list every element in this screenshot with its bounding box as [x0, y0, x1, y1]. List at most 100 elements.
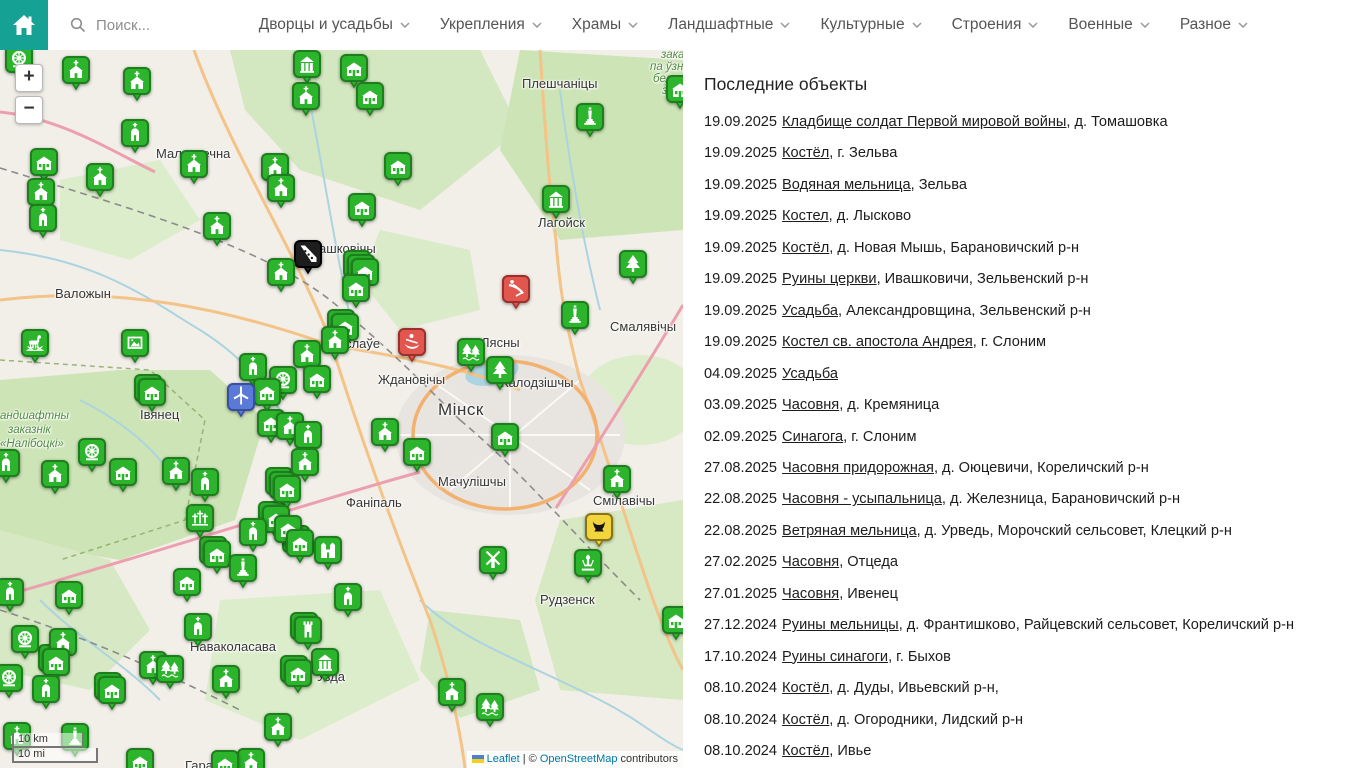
object-link[interactable]: Ветряная мельница: [782, 523, 917, 539]
map-marker-chapel[interactable]: [333, 582, 363, 618]
map-marker-church[interactable]: [370, 417, 400, 453]
map-marker-estate[interactable]: [108, 457, 138, 493]
object-link[interactable]: Часовня: [782, 554, 839, 570]
map-marker-church[interactable]: [437, 677, 467, 713]
map-marker-fountain[interactable]: [573, 548, 603, 584]
map-marker-estate[interactable]: [125, 747, 155, 768]
osm-link[interactable]: OpenStreetMap: [540, 753, 618, 765]
map-marker-estate[interactable]: [137, 377, 167, 413]
map-marker-estate[interactable]: [355, 81, 385, 117]
map-marker-chapel[interactable]: [31, 674, 61, 710]
map-marker-church[interactable]: [40, 459, 70, 495]
map-marker-estate[interactable]: [661, 605, 683, 641]
object-link[interactable]: Костёл: [782, 145, 829, 161]
zoom-out-button[interactable]: −: [15, 96, 43, 124]
nav-item-2[interactable]: Храмы: [572, 16, 638, 34]
object-link[interactable]: Усадьба: [782, 303, 838, 319]
map-marker-church[interactable]: [236, 747, 266, 768]
map-marker-estate[interactable]: [302, 364, 332, 400]
home-button[interactable]: [0, 0, 48, 50]
map-marker-church[interactable]: [602, 464, 632, 500]
map-marker-estate[interactable]: [665, 74, 683, 110]
map-marker-crosses[interactable]: [185, 503, 215, 539]
map-marker-estate[interactable]: [210, 749, 240, 768]
map-marker-chapel[interactable]: [183, 612, 213, 648]
nav-item-4[interactable]: Культурные: [820, 16, 921, 34]
object-link[interactable]: Часовня: [782, 586, 839, 602]
map-marker-tower[interactable]: [293, 615, 323, 651]
map-marker-skijump[interactable]: [501, 274, 531, 310]
nav-item-7[interactable]: Разное: [1180, 16, 1248, 34]
object-link[interactable]: Часовня: [782, 397, 839, 413]
map-marker-chapel[interactable]: [0, 448, 21, 484]
nav-item-5[interactable]: Строения: [952, 16, 1039, 34]
object-link[interactable]: Руины синагоги: [782, 649, 888, 665]
object-link[interactable]: Руины церкви: [782, 271, 877, 287]
map-marker-millwheel[interactable]: [10, 624, 40, 660]
object-link[interactable]: Синагога: [782, 429, 843, 445]
object-link[interactable]: Костёл: [782, 240, 829, 256]
map-marker-church[interactable]: [179, 149, 209, 185]
object-link[interactable]: Кладбище солдат Первой мировой войны: [782, 114, 1066, 130]
map-marker-estate[interactable]: [54, 580, 84, 616]
map-marker-canoe[interactable]: [397, 327, 427, 363]
map-marker-tree[interactable]: [618, 249, 648, 285]
map-marker-estate[interactable]: [285, 528, 315, 564]
object-link[interactable]: Костёл: [782, 743, 829, 759]
map-marker-church[interactable]: [266, 173, 296, 209]
map-marker-gate[interactable]: [313, 535, 343, 571]
nav-item-3[interactable]: Ландшафтные: [668, 16, 790, 34]
map-marker-columns[interactable]: [292, 50, 322, 85]
map-marker-image[interactable]: [120, 328, 150, 364]
map-marker-church[interactable]: [85, 162, 115, 198]
map-marker-chapel[interactable]: [28, 203, 58, 239]
map-marker-church[interactable]: [266, 257, 296, 293]
nav-item-6[interactable]: Военные: [1068, 16, 1149, 34]
map-marker-tree[interactable]: [485, 355, 515, 391]
map-marker-trees[interactable]: [155, 654, 185, 690]
map-marker-church[interactable]: [291, 81, 321, 117]
map-marker-turbine[interactable]: [226, 382, 256, 418]
map-canvas[interactable]: МаладзечнаРадашковічыВаложынІвянецПлешча…: [0, 50, 683, 768]
map-marker-monument[interactable]: [560, 300, 590, 336]
map-marker-horse[interactable]: [20, 328, 50, 364]
map-marker-trees[interactable]: [475, 692, 505, 728]
object-link[interactable]: Усадьба: [782, 366, 838, 382]
map-marker-estate[interactable]: [383, 151, 413, 187]
map-marker-church[interactable]: [263, 712, 293, 748]
map-marker-columns[interactable]: [541, 184, 571, 220]
map-marker-ski[interactable]: [293, 239, 323, 275]
object-link[interactable]: Часовня - усыпальница: [782, 491, 942, 507]
object-link[interactable]: Костёл: [782, 680, 829, 696]
object-link[interactable]: Руины мельницы: [782, 617, 899, 633]
map-marker-estate[interactable]: [341, 273, 371, 309]
object-link[interactable]: Водяная мельница: [782, 177, 911, 193]
map-marker-estate[interactable]: [347, 192, 377, 228]
map-marker-church[interactable]: [211, 664, 241, 700]
map-marker-monument[interactable]: [575, 102, 605, 138]
leaflet-link[interactable]: Leaflet: [487, 753, 520, 765]
map-marker-church[interactable]: [122, 66, 152, 102]
map-marker-estate[interactable]: [172, 567, 202, 603]
nav-item-0[interactable]: Дворцы и усадьбы: [259, 16, 410, 34]
map-marker-estate[interactable]: [402, 437, 432, 473]
map-marker-monument[interactable]: [228, 553, 258, 589]
map-marker-chapel[interactable]: [190, 467, 220, 503]
map-marker-church[interactable]: [320, 325, 350, 361]
zoom-in-button[interactable]: +: [15, 64, 43, 92]
map-marker-millwheel[interactable]: [77, 437, 107, 473]
map-marker-windmill[interactable]: [478, 545, 508, 581]
object-link[interactable]: Костел св. апостола Андрея: [782, 334, 973, 350]
map-marker-estate[interactable]: [97, 675, 127, 711]
map-marker-church[interactable]: [202, 211, 232, 247]
map-marker-trees[interactable]: [456, 337, 486, 373]
nav-item-1[interactable]: Укрепления: [440, 16, 542, 34]
map-marker-chapel[interactable]: [0, 577, 25, 613]
map-marker-estate[interactable]: [283, 658, 313, 694]
map-marker-church[interactable]: [161, 456, 191, 492]
map-marker-emblem[interactable]: [584, 512, 614, 548]
object-link[interactable]: Часовня придорожная: [782, 460, 934, 476]
map-marker-church[interactable]: [61, 55, 91, 91]
map-marker-estate[interactable]: [490, 422, 520, 458]
map-marker-chapel[interactable]: [238, 517, 268, 553]
